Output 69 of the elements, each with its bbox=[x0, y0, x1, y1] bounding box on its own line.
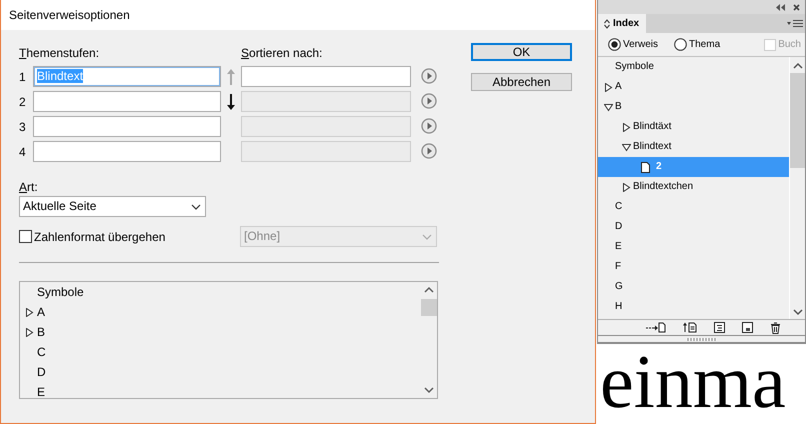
window-title: Seitenverweisoptionen bbox=[1, 0, 595, 30]
expand-icon[interactable] bbox=[622, 182, 630, 192]
level-number: 2 bbox=[19, 94, 27, 110]
type-dropdown[interactable]: Aktuelle Seite bbox=[19, 196, 206, 217]
chevron-down-icon bbox=[421, 232, 433, 240]
index-entry[interactable]: D bbox=[615, 217, 622, 237]
scrollbar[interactable] bbox=[789, 57, 805, 319]
checkbox[interactable] bbox=[19, 230, 32, 243]
index-entry[interactable]: E bbox=[615, 237, 622, 257]
chevron-down-icon bbox=[190, 202, 202, 210]
index-entry[interactable]: H bbox=[615, 297, 622, 317]
dialog-button[interactable]: OK bbox=[471, 43, 572, 61]
expand-icon[interactable] bbox=[604, 102, 612, 112]
text-field[interactable] bbox=[33, 141, 221, 162]
list-item[interactable]: A bbox=[37, 302, 46, 322]
expand-icon[interactable] bbox=[622, 142, 630, 152]
field-label: Sortieren nach: bbox=[241, 45, 324, 62]
panel-tab[interactable]: Index bbox=[598, 14, 646, 33]
option-label: Buch bbox=[778, 38, 801, 52]
scrollbar-thumb[interactable] bbox=[790, 73, 805, 168]
dialog-button[interactable]: Abbrechen bbox=[471, 73, 572, 91]
radio-button[interactable] bbox=[608, 38, 621, 51]
index-entry[interactable]: Blindtextchen bbox=[633, 177, 694, 197]
sort-field[interactable] bbox=[241, 66, 411, 87]
text-field[interactable] bbox=[33, 116, 221, 137]
index-entry[interactable]: B bbox=[615, 97, 622, 117]
play-icon[interactable] bbox=[421, 118, 437, 134]
play-icon[interactable] bbox=[421, 143, 437, 159]
index-entry[interactable]: G bbox=[615, 277, 623, 297]
delete-icon[interactable] bbox=[770, 322, 781, 334]
resize-grip-icon[interactable] bbox=[686, 338, 716, 340]
expand-icon[interactable] bbox=[24, 328, 34, 336]
list-item[interactable]: B bbox=[37, 322, 46, 342]
index-entry[interactable]: A bbox=[615, 77, 622, 97]
arrow-down-icon[interactable] bbox=[226, 93, 236, 111]
index-entry[interactable]: C bbox=[615, 197, 622, 217]
index-entry[interactable]: Symbole bbox=[615, 57, 654, 77]
text-field[interactable] bbox=[33, 91, 221, 112]
field-label: Themenstufen: bbox=[19, 45, 100, 62]
index-entry[interactable]: Blindtext bbox=[633, 137, 672, 157]
play-icon[interactable] bbox=[421, 93, 437, 109]
index-entry[interactable]: F bbox=[615, 257, 622, 277]
radio-button[interactable] bbox=[674, 38, 688, 51]
list-item[interactable]: Symbole bbox=[37, 282, 84, 302]
sort-icon bbox=[604, 18, 610, 28]
list-item[interactable]: E bbox=[37, 382, 46, 398]
checkbox-label: Zahlenformat übergehen bbox=[34, 228, 166, 246]
level-number: 3 bbox=[19, 118, 27, 136]
level-number: 1 bbox=[19, 68, 27, 86]
expand-icon[interactable] bbox=[604, 82, 612, 92]
list-item[interactable]: D bbox=[37, 362, 46, 382]
list-item[interactable]: C bbox=[37, 342, 46, 362]
option-label: Thema bbox=[689, 38, 720, 52]
play-icon[interactable] bbox=[421, 68, 437, 84]
scrollbar-thumb[interactable] bbox=[421, 299, 437, 316]
expand-icon[interactable] bbox=[24, 308, 34, 316]
update-page-icon[interactable] bbox=[683, 322, 697, 333]
index-entry[interactable]: Blindtäxt bbox=[633, 117, 672, 137]
document-text: einma bbox=[600, 346, 786, 418]
page-icon bbox=[640, 162, 650, 172]
close-icon[interactable] bbox=[793, 4, 800, 10]
level-number: 4 bbox=[19, 144, 27, 160]
collapse-icon[interactable] bbox=[776, 4, 785, 10]
expand-icon[interactable] bbox=[622, 122, 630, 132]
generate-index-icon[interactable] bbox=[714, 322, 725, 333]
option-label: Verweis bbox=[623, 38, 658, 52]
new-entry-icon[interactable] bbox=[742, 322, 753, 333]
field-label: Art: bbox=[19, 179, 39, 196]
goto-page-icon[interactable] bbox=[646, 322, 666, 333]
